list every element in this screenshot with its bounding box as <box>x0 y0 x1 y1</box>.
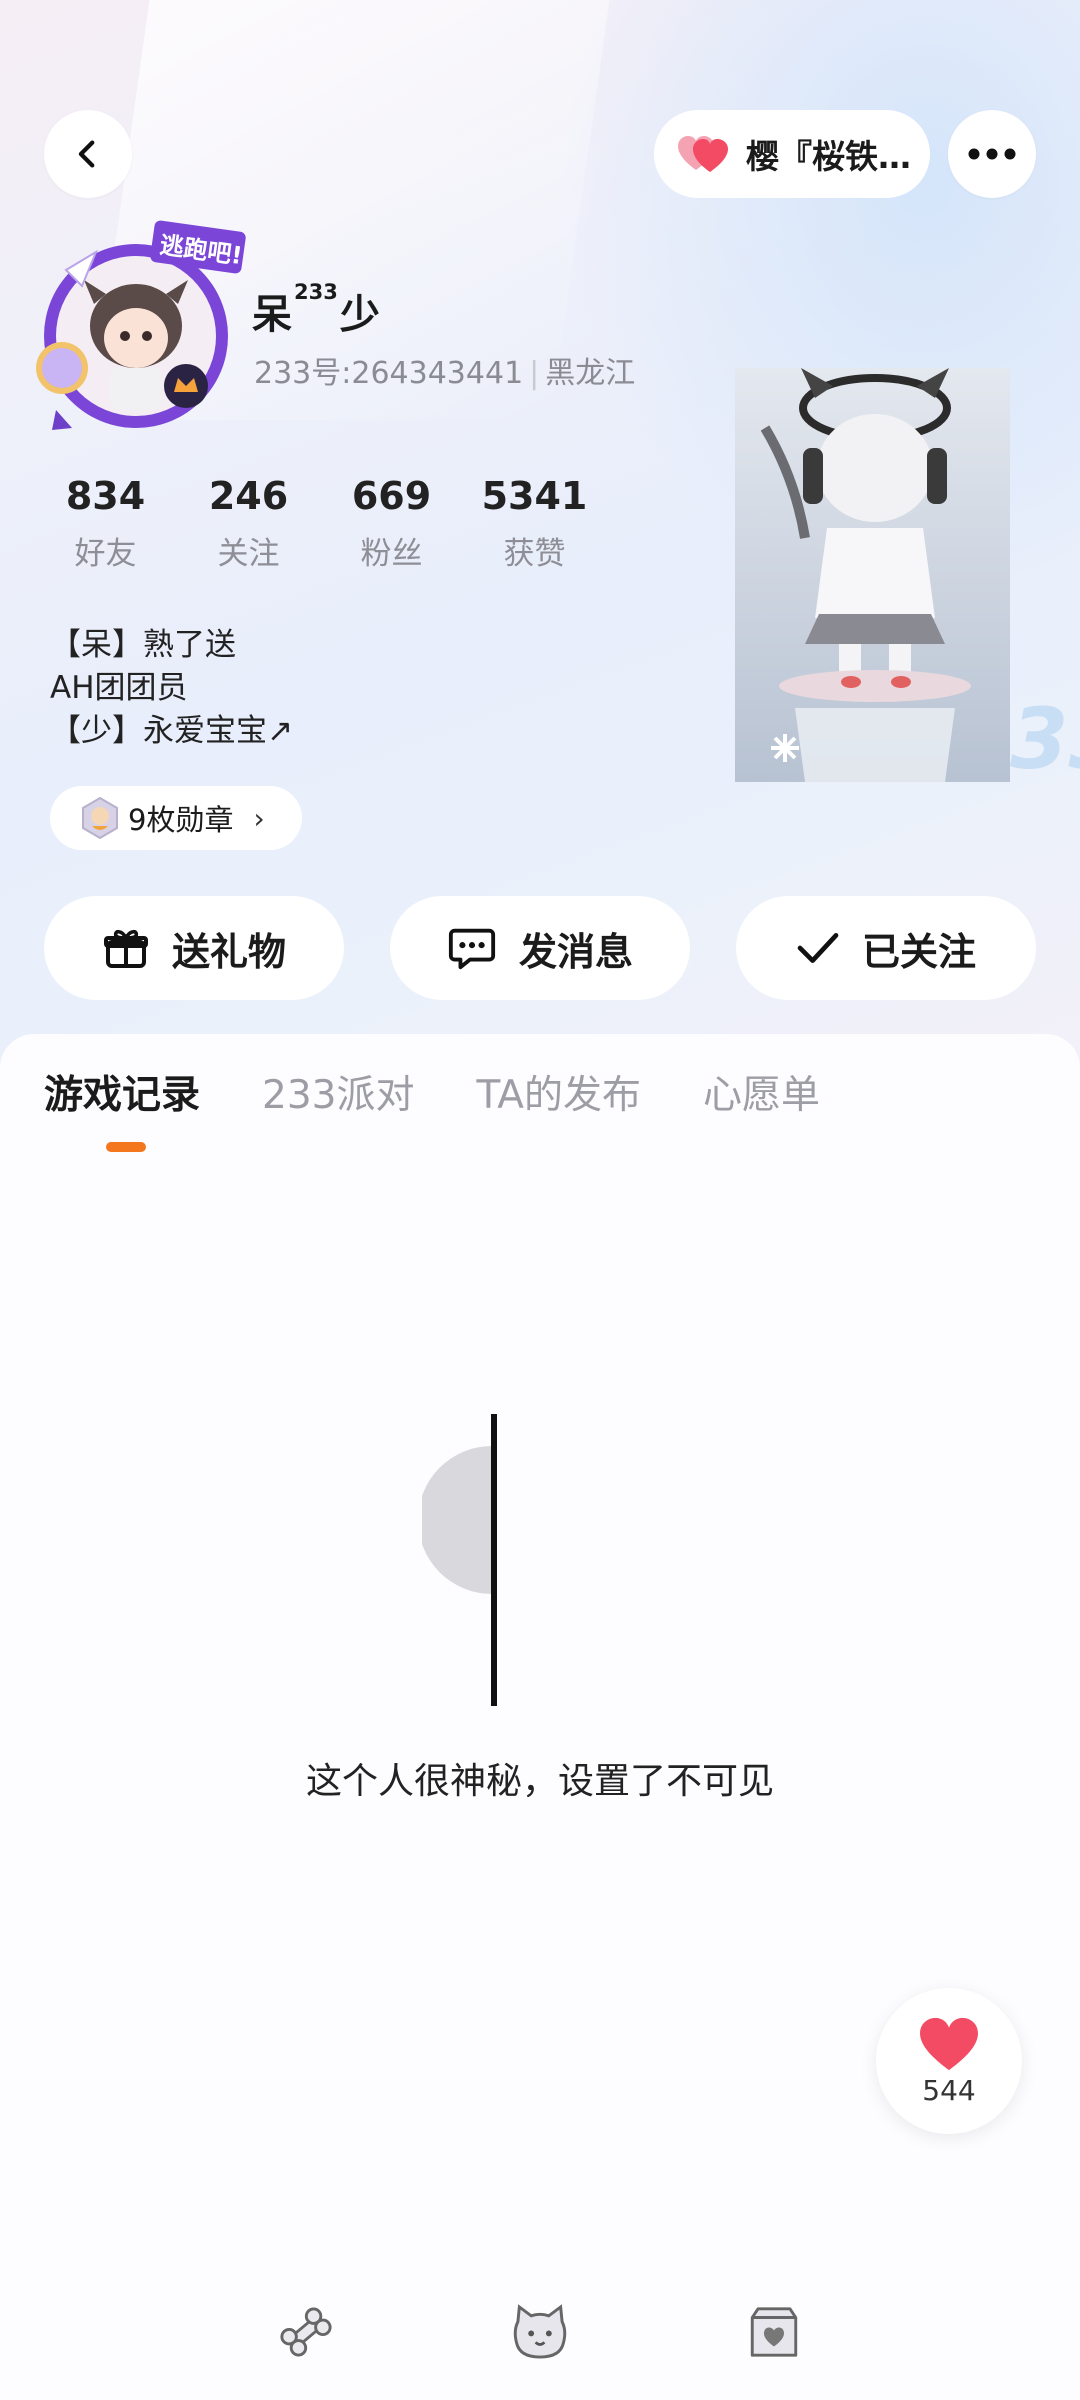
bio: 【呆】熟了送 AH团团员 【少】永爱宝宝↗ <box>50 624 293 753</box>
chevron-right-icon: › <box>253 801 265 835</box>
active-tab-indicator <box>106 1142 146 1152</box>
medal-icon <box>82 796 118 840</box>
gift-bag-icon[interactable] <box>742 2300 806 2364</box>
avatar[interactable]: 逃跑吧! <box>26 218 246 448</box>
tab-game-records[interactable]: 游戏记录 <box>44 1064 200 1120</box>
stat-following[interactable]: 246 关注 <box>177 474 320 573</box>
bone-icon[interactable] <box>274 2300 338 2364</box>
location: 黑龙江 <box>545 356 636 391</box>
like-button[interactable]: 544 <box>876 1988 1022 2134</box>
cat-face-icon[interactable] <box>508 2300 572 2364</box>
double-heart-icon <box>678 136 728 172</box>
empty-state-text: 这个人很神秘，设置了不可见 <box>305 1761 774 1802</box>
more-dots-icon <box>968 148 1016 160</box>
bio-line: AH团团员 <box>50 670 188 706</box>
relation-name: 樱『桜铁… <box>746 137 911 176</box>
bio-line: 【呆】熟了送 <box>50 627 236 663</box>
chat-bubble-icon <box>448 928 496 970</box>
stats-row: 834 好友 246 关注 669 粉丝 5341 获赞 <box>34 474 606 573</box>
followed-button[interactable]: 已关注 <box>736 896 1036 1000</box>
nickname: 呆 233 少 <box>252 280 380 339</box>
more-button[interactable] <box>948 110 1036 198</box>
tab-233-party[interactable]: 233派对 <box>262 1064 414 1120</box>
content-sheet <box>0 1034 1080 2400</box>
showcase-watermark: 33 <box>1010 690 1080 788</box>
tab-posts[interactable]: TA的发布 <box>476 1064 640 1120</box>
stat-likes[interactable]: 5341 获赞 <box>463 474 606 573</box>
snowflake-icon <box>771 734 799 762</box>
back-button[interactable] <box>44 110 132 198</box>
gift-icon <box>103 929 148 968</box>
like-count: 544 <box>922 2073 976 2107</box>
bio-line: 【少】永爱宝宝↗ <box>50 713 293 749</box>
send-gift-button[interactable]: 送礼物 <box>44 896 344 1000</box>
send-message-button[interactable]: 发消息 <box>390 896 690 1000</box>
tab-wishlist[interactable]: 心愿单 <box>703 1064 820 1120</box>
user-id-line: 233号:264343441 | 黑龙江 <box>254 356 636 391</box>
avatar-showcase-image[interactable] <box>735 368 1010 782</box>
profile-tabs: 游戏记录 233派对 TA的发布 心愿单 <box>44 1064 882 1120</box>
relation-pill[interactable]: 樱『桜铁… <box>654 110 930 198</box>
badges-button[interactable]: 9枚勋章 › <box>50 786 302 850</box>
heart-icon <box>920 2017 978 2070</box>
stat-fans[interactable]: 669 粉丝 <box>320 474 463 573</box>
user-id: 233号:264343441 <box>254 356 524 391</box>
stat-friends[interactable]: 834 好友 <box>34 474 177 573</box>
checkmark-icon <box>797 933 839 963</box>
chevron-left-icon <box>78 140 95 168</box>
hidden-content-illustration <box>422 1414 497 1706</box>
